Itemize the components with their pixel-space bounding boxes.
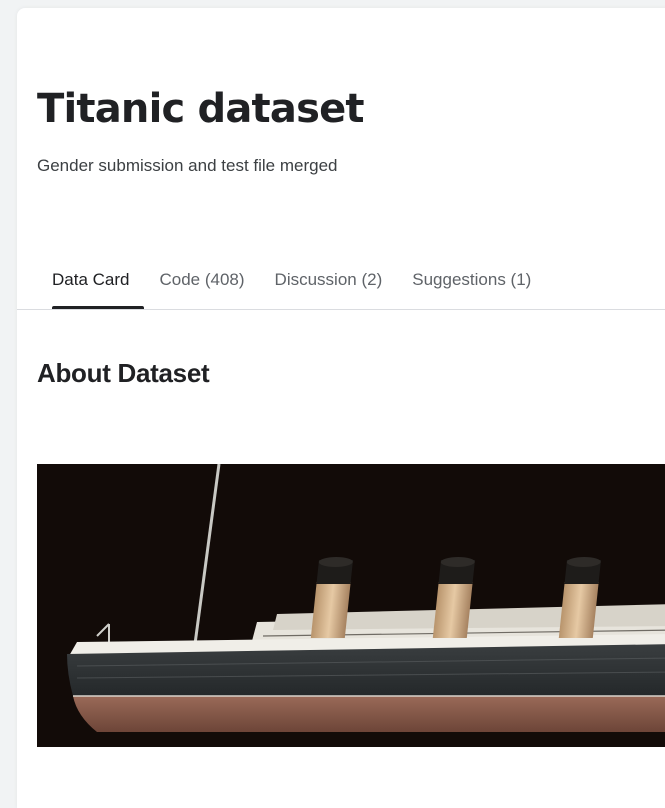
tab-label: Discussion (2)	[274, 270, 383, 289]
tabs-divider	[17, 309, 665, 310]
tab-code[interactable]: Code (408)	[144, 263, 259, 309]
tab-label: Code (408)	[159, 270, 245, 289]
page-subtitle: Gender submission and test file merged	[37, 156, 338, 175]
ship-illustration	[67, 464, 665, 732]
tab-label: Suggestions (1)	[412, 270, 532, 289]
dataset-page: Titanic dataset Gender submission and te…	[17, 8, 665, 808]
tab-label: Data Card	[52, 270, 130, 289]
tab-bar: Data Card Code (408) Discussion (2) Sugg…	[37, 263, 546, 309]
tab-discussion[interactable]: Discussion (2)	[260, 263, 398, 309]
ship-mast	[193, 464, 221, 645]
about-dataset-heading: About Dataset	[37, 358, 210, 388]
tab-data-card[interactable]: Data Card	[37, 263, 145, 309]
ship-hull-lower	[73, 696, 665, 732]
titanic-ship-image	[37, 464, 665, 747]
tab-suggestions[interactable]: Suggestions (1)	[397, 263, 546, 309]
page-title: Titanic dataset	[37, 86, 365, 132]
